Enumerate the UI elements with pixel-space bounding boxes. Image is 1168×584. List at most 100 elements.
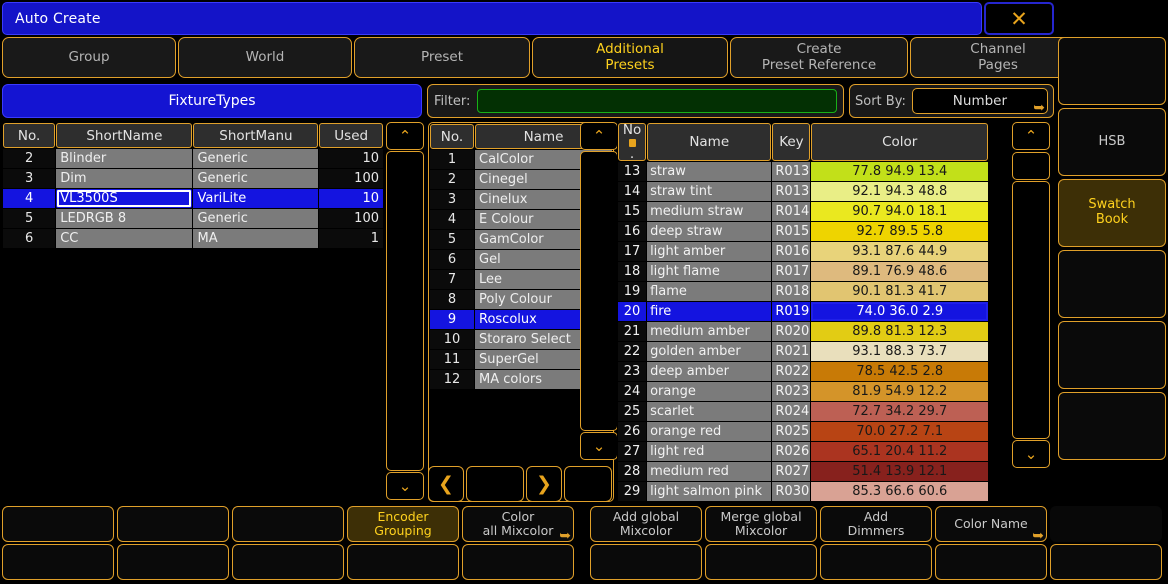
table-row[interactable]: 3 Dim Generic 100: [3, 169, 383, 188]
bottom-button-blank-r2-9[interactable]: [935, 544, 1047, 580]
table-row[interactable]: 17 light amber R016 93.1 87.6 44.9: [618, 242, 988, 262]
table-row[interactable]: 23 deep amber R022 78.5 42.5 2.8: [618, 362, 988, 382]
cell[interactable]: Generic: [193, 169, 319, 188]
cell-number[interactable]: 24: [618, 382, 647, 402]
bottom-button-color-name[interactable]: Color Name ➥: [935, 506, 1047, 543]
scroll-track[interactable]: [386, 151, 424, 471]
bottom-button-add-global-mixcolor[interactable]: Add global Mixcolor: [590, 506, 702, 542]
table-row[interactable]: 28 medium red R027 51.4 13.9 12.1: [618, 462, 988, 482]
tab-group[interactable]: Group: [2, 37, 176, 78]
cell[interactable]: 12: [430, 370, 474, 389]
cell[interactable]: 1: [430, 150, 474, 169]
cell[interactable]: 10: [430, 330, 474, 349]
cell-number[interactable]: 21: [618, 322, 647, 342]
cell-number[interactable]: 17: [618, 242, 647, 262]
cell[interactable]: VariLite: [193, 189, 319, 208]
cell-key[interactable]: R024: [772, 402, 811, 422]
bottom-button-blank-r2-2[interactable]: [232, 544, 344, 580]
sort-by-select[interactable]: Number ➥: [911, 88, 1048, 115]
cell[interactable]: 2: [430, 170, 474, 189]
cell-color-swatch[interactable]: 92.1 94.3 48.8: [811, 182, 988, 202]
cell-name[interactable]: medium amber: [647, 322, 772, 342]
tab-preset[interactable]: Preset: [354, 37, 530, 78]
cell-name[interactable]: medium straw: [647, 202, 772, 222]
cell-color-swatch[interactable]: 78.5 42.5 2.8: [811, 362, 988, 382]
cell[interactable]: CC: [56, 229, 193, 248]
bottom-button-blank-r1-2[interactable]: [232, 506, 344, 542]
table-row[interactable]: 6 CC MA 1: [3, 229, 383, 248]
cell-key[interactable]: R027: [772, 462, 811, 482]
cell-name[interactable]: straw: [647, 162, 772, 182]
cell[interactable]: 6: [430, 250, 474, 269]
table-row[interactable]: 14 straw tint R013 92.1 94.3 48.8: [618, 182, 988, 202]
cell-name[interactable]: orange: [647, 382, 772, 402]
table-row[interactable]: 29 light salmon pink R030 85.3 66.6 60.6: [618, 482, 988, 502]
table-row[interactable]: 25 scarlet R024 72.7 34.2 29.7: [618, 402, 988, 422]
cell-number[interactable]: 15: [618, 202, 647, 222]
cell-color-swatch[interactable]: 85.3 66.6 60.6: [811, 482, 988, 502]
table-row[interactable]: 18 light flame R017 89.1 76.9 48.6: [618, 262, 988, 282]
table-row[interactable]: 5 LEDRGB 8 Generic 100: [3, 209, 383, 228]
cell-color-swatch[interactable]: 89.1 76.9 48.6: [811, 262, 988, 282]
scroll-track[interactable]: [1012, 181, 1050, 439]
cell-color-swatch[interactable]: 93.1 87.6 44.9: [811, 242, 988, 262]
cell[interactable]: 2: [3, 149, 56, 168]
bottom-button-blank-r2-4[interactable]: [462, 544, 574, 580]
close-icon[interactable]: ✕: [984, 2, 1054, 35]
cell-color-swatch[interactable]: 89.8 81.3 12.3: [811, 322, 988, 342]
column-header[interactable]: No.: [3, 123, 56, 148]
side-button-blank-4[interactable]: [1058, 321, 1166, 389]
column-header[interactable]: Key: [772, 123, 811, 162]
cell-name[interactable]: straw tint: [647, 182, 772, 202]
cell-key[interactable]: R020: [772, 322, 811, 342]
bottom-button-blank-r1-1[interactable]: [117, 506, 229, 542]
scroll-down-icon[interactable]: ⌄: [580, 432, 618, 460]
bottom-button-blank-r2-0[interactable]: [2, 544, 114, 580]
swatch-book-scrollbar[interactable]: ⌃ ⌄: [580, 122, 618, 462]
table-row[interactable]: 13 straw R013 77.8 94.9 13.4: [618, 162, 988, 182]
cell-name[interactable]: light amber: [647, 242, 772, 262]
cell-key[interactable]: R017: [772, 262, 811, 282]
cell-name[interactable]: light salmon pink: [647, 482, 772, 502]
bottom-button-blank-r2-7[interactable]: [705, 544, 817, 580]
bottom-button-blank-r1-10[interactable]: [1050, 506, 1162, 542]
cell-key[interactable]: R025: [772, 422, 811, 442]
side-button-blank-5[interactable]: [1058, 392, 1166, 460]
bottom-button-blank-r2-10[interactable]: [1050, 544, 1162, 580]
cell-key[interactable]: R026: [772, 442, 811, 462]
cell-name[interactable]: scarlet: [647, 402, 772, 422]
cell-number[interactable]: 23: [618, 362, 647, 382]
cell-number[interactable]: 20: [618, 302, 647, 322]
cell-number[interactable]: 14: [618, 182, 647, 202]
bottom-button-blank-r2-3[interactable]: [347, 544, 459, 580]
table-row[interactable]: 21 medium amber R020 89.8 81.3 12.3: [618, 322, 988, 342]
cell[interactable]: 5: [430, 230, 474, 249]
prev-page-button[interactable]: ❮: [428, 466, 464, 502]
bottom-button-blank-r1-0[interactable]: [2, 506, 114, 542]
cell-key[interactable]: R014: [772, 202, 811, 222]
cell[interactable]: 3: [430, 190, 474, 209]
cell-color-swatch[interactable]: 93.1 88.3 73.7: [811, 342, 988, 362]
cell-key[interactable]: R030: [772, 482, 811, 502]
cell[interactable]: 10: [319, 189, 383, 208]
scroll-down-icon[interactable]: ⌄: [386, 472, 424, 500]
cell-color-swatch[interactable]: 90.7 94.0 18.1: [811, 202, 988, 222]
bottom-button-add-dimmers[interactable]: Add Dimmers: [820, 506, 932, 542]
scroll-thumb[interactable]: [1012, 152, 1050, 180]
table-row[interactable]: 26 orange red R025 70.0 27.2 7.1: [618, 422, 988, 442]
cell[interactable]: 5: [3, 209, 56, 228]
column-header[interactable]: Name: [647, 123, 772, 162]
scroll-up-icon[interactable]: ⌃: [1012, 122, 1050, 150]
cell-color-swatch[interactable]: 77.8 94.9 13.4: [811, 162, 988, 182]
cell-key[interactable]: R021: [772, 342, 811, 362]
cell[interactable]: Generic: [193, 209, 319, 228]
cell-number[interactable]: 19: [618, 282, 647, 302]
pager-blank-button[interactable]: [564, 466, 612, 502]
side-button-blank-0[interactable]: [1058, 37, 1166, 105]
cell-name[interactable]: medium red: [647, 462, 772, 482]
filter-input[interactable]: [477, 89, 837, 113]
cell[interactable]: MA: [193, 229, 319, 248]
cell-key[interactable]: R013: [772, 162, 811, 182]
table-row[interactable]: 24 orange R023 81.9 54.9 12.2: [618, 382, 988, 402]
cell-name[interactable]: deep amber: [647, 362, 772, 382]
